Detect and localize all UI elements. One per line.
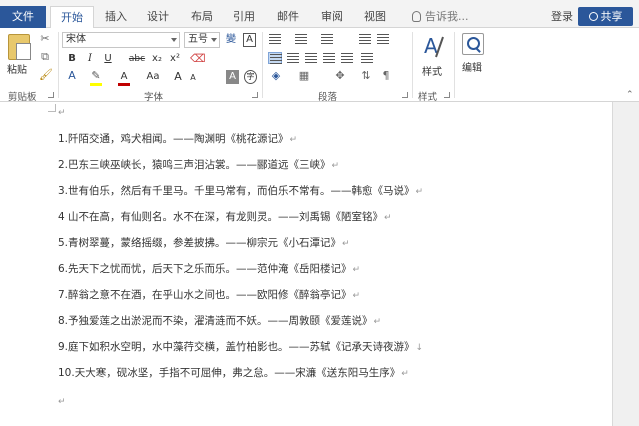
styles-group-label: 样式 (418, 92, 438, 103)
highlight-pen-icon[interactable]: ✎ (90, 70, 102, 82)
find-icon[interactable] (462, 33, 484, 55)
bold-button[interactable]: B (66, 52, 78, 66)
paste-button-label[interactable]: 粘贴 (7, 61, 27, 76)
sort-icon[interactable]: ⇅ (360, 70, 372, 82)
text-effects-icon[interactable]: A (66, 70, 78, 82)
paragraph-mark: ↵ (58, 108, 66, 118)
font-color-bar (118, 83, 130, 86)
tell-me-box[interactable]: 告诉我... (412, 6, 469, 28)
group-divider (412, 32, 413, 98)
styles-launcher-icon[interactable] (444, 92, 450, 98)
paragraph-group-label: 段落 (318, 92, 338, 103)
asian-layout-icon[interactable]: ✥ (334, 70, 346, 82)
font-name-value: 宋体 (66, 34, 86, 45)
ribbon-home: 粘贴 ✂ ⧉ 🖌 剪贴板 宋体 五号 變 A B I U abc x₂ x² ⌫… (0, 28, 639, 103)
decrease-indent-icon[interactable] (358, 33, 372, 45)
align-left-icon[interactable] (268, 52, 282, 64)
paragraph-launcher-icon[interactable] (402, 92, 408, 98)
document-line[interactable]: 5.青树翠蔓，蒙络摇缀，参差披拂。——柳宗元《小石潭记》↵ (58, 235, 350, 250)
lightbulb-icon (412, 11, 421, 22)
share-label: 共享 (600, 10, 623, 23)
show-marks-icon[interactable]: ¶ (380, 70, 392, 82)
underline-button[interactable]: U (102, 52, 114, 66)
format-painter-icon[interactable]: 🖌 (39, 69, 53, 81)
copy-icon[interactable]: ⧉ (39, 51, 51, 63)
italic-button[interactable]: I (84, 52, 96, 66)
char-shading-button[interactable]: A (226, 70, 239, 84)
cut-icon[interactable]: ✂ (39, 33, 51, 45)
superscript-button[interactable]: x² (168, 52, 182, 66)
editing-button-label[interactable]: 编辑 (462, 59, 482, 74)
distributed-icon[interactable] (340, 52, 354, 64)
tab-references[interactable]: 引用 (226, 6, 262, 28)
line-spacing-icon[interactable] (360, 52, 374, 64)
shrink-font-button[interactable]: A (188, 71, 198, 85)
tab-design[interactable]: 设计 (140, 6, 176, 28)
font-size-combo[interactable]: 五号 (184, 32, 220, 48)
font-launcher-icon[interactable] (252, 92, 258, 98)
person-icon (588, 12, 598, 21)
align-center-icon[interactable] (286, 52, 300, 64)
login-link[interactable]: 登录 (551, 6, 573, 28)
grow-font-button[interactable]: A (172, 70, 184, 84)
tab-file[interactable]: 文件 (0, 6, 46, 28)
tab-home[interactable]: 开始 (50, 6, 94, 29)
increase-indent-icon[interactable] (376, 33, 390, 45)
document-line[interactable]: 2.巴东三峡巫峡长，猿鸣三声泪沾裳。——郦道远《三峡》↵ (58, 157, 339, 172)
styles-button-label[interactable]: 样式 (422, 63, 442, 78)
document-line[interactable]: 10.天大寒，砚冰坚，手指不可屈伸，弗之怠。——宋濂《送东阳马生序》↵ (58, 365, 409, 380)
document-line[interactable]: 4 山不在高，有仙则名。水不在深，有龙则灵。——刘禹锡《陋室铭》↵ (58, 209, 392, 224)
clear-format-icon[interactable]: ⌫ (190, 53, 206, 65)
chevron-down-icon (171, 38, 177, 42)
numbering-icon[interactable] (294, 33, 308, 45)
tab-view[interactable]: 视图 (357, 6, 393, 28)
tab-insert[interactable]: 插入 (98, 6, 134, 28)
document-line[interactable]: 6.先天下之忧而忧，后天下之乐而乐。——范仲淹《岳阳楼记》↵ (58, 261, 360, 276)
subscript-button[interactable]: x₂ (150, 52, 164, 66)
collapse-ribbon-icon[interactable]: ⌃ (626, 90, 634, 100)
group-divider (58, 32, 59, 98)
align-right-icon[interactable] (304, 52, 318, 64)
margin-corner-mark (48, 104, 56, 112)
bullets-icon[interactable] (268, 33, 282, 45)
chevron-down-icon (211, 38, 217, 42)
paste-icon[interactable] (8, 34, 31, 60)
justify-icon[interactable] (322, 52, 336, 64)
document-line[interactable]: 3.世有伯乐，然后有千里马。千里马常有，而伯乐不常有。——韩愈《马说》↵ (58, 183, 423, 198)
styles-icon[interactable]: A (422, 33, 444, 61)
change-case-button[interactable]: Aa (144, 70, 162, 84)
ribbon-tab-bar: 文件 开始 插入 设计 布局 引用 邮件 审阅 视图 告诉我... 登录 共享 (0, 0, 639, 29)
char-border-button[interactable]: A (243, 33, 256, 47)
document-area: ↵ 1.阡陌交通，鸡犬相闻。——陶渊明《桃花源记》↵ 2.巴东三峡巫峡长，猿鸣三… (0, 102, 639, 426)
document-page[interactable]: ↵ 1.阡陌交通，鸡犬相闻。——陶渊明《桃花源记》↵ 2.巴东三峡巫峡长，猿鸣三… (0, 102, 612, 426)
document-line[interactable]: 9.庭下如积水空明，水中藻荇交横，盖竹柏影也。——苏轼《记承天诗夜游》↓ (58, 339, 423, 354)
tab-review[interactable]: 审阅 (314, 6, 350, 28)
phonetic-guide-button[interactable]: 變 (224, 33, 238, 47)
font-name-combo[interactable]: 宋体 (62, 32, 180, 48)
font-color-button[interactable]: A (118, 70, 130, 84)
share-button[interactable]: 共享 (578, 7, 633, 26)
document-line[interactable]: 8.予独爱莲之出淤泥而不染，濯清涟而不妖。——周敦颐《爱莲说》↵ (58, 313, 381, 328)
font-size-value: 五号 (188, 34, 208, 45)
highlight-color-bar (90, 83, 102, 86)
tab-layout[interactable]: 布局 (184, 6, 220, 28)
vertical-scrollbar[interactable] (612, 102, 639, 426)
enclose-char-button[interactable]: 字 (244, 70, 257, 84)
document-line[interactable]: 7.醉翁之意不在酒，在乎山水之间也。——欧阳修《醉翁亭记》↵ (58, 287, 360, 302)
font-group-label: 字体 (144, 92, 164, 103)
tell-me-text: 告诉我... (425, 10, 469, 23)
tab-mailings[interactable]: 邮件 (270, 6, 306, 28)
group-divider (262, 32, 263, 98)
clipboard-group-label: 剪贴板 (8, 92, 37, 103)
strikethrough-button[interactable]: abc (128, 52, 146, 66)
borders-icon[interactable]: ▦ (298, 70, 310, 82)
multilevel-list-icon[interactable] (320, 33, 334, 45)
shading-icon[interactable]: ◈ (270, 70, 282, 82)
clipboard-launcher-icon[interactable] (48, 92, 54, 98)
group-divider (454, 32, 455, 98)
document-line[interactable]: 1.阡陌交通，鸡犬相闻。——陶渊明《桃花源记》↵ (58, 131, 297, 146)
paragraph-mark: ↵ (58, 397, 66, 407)
